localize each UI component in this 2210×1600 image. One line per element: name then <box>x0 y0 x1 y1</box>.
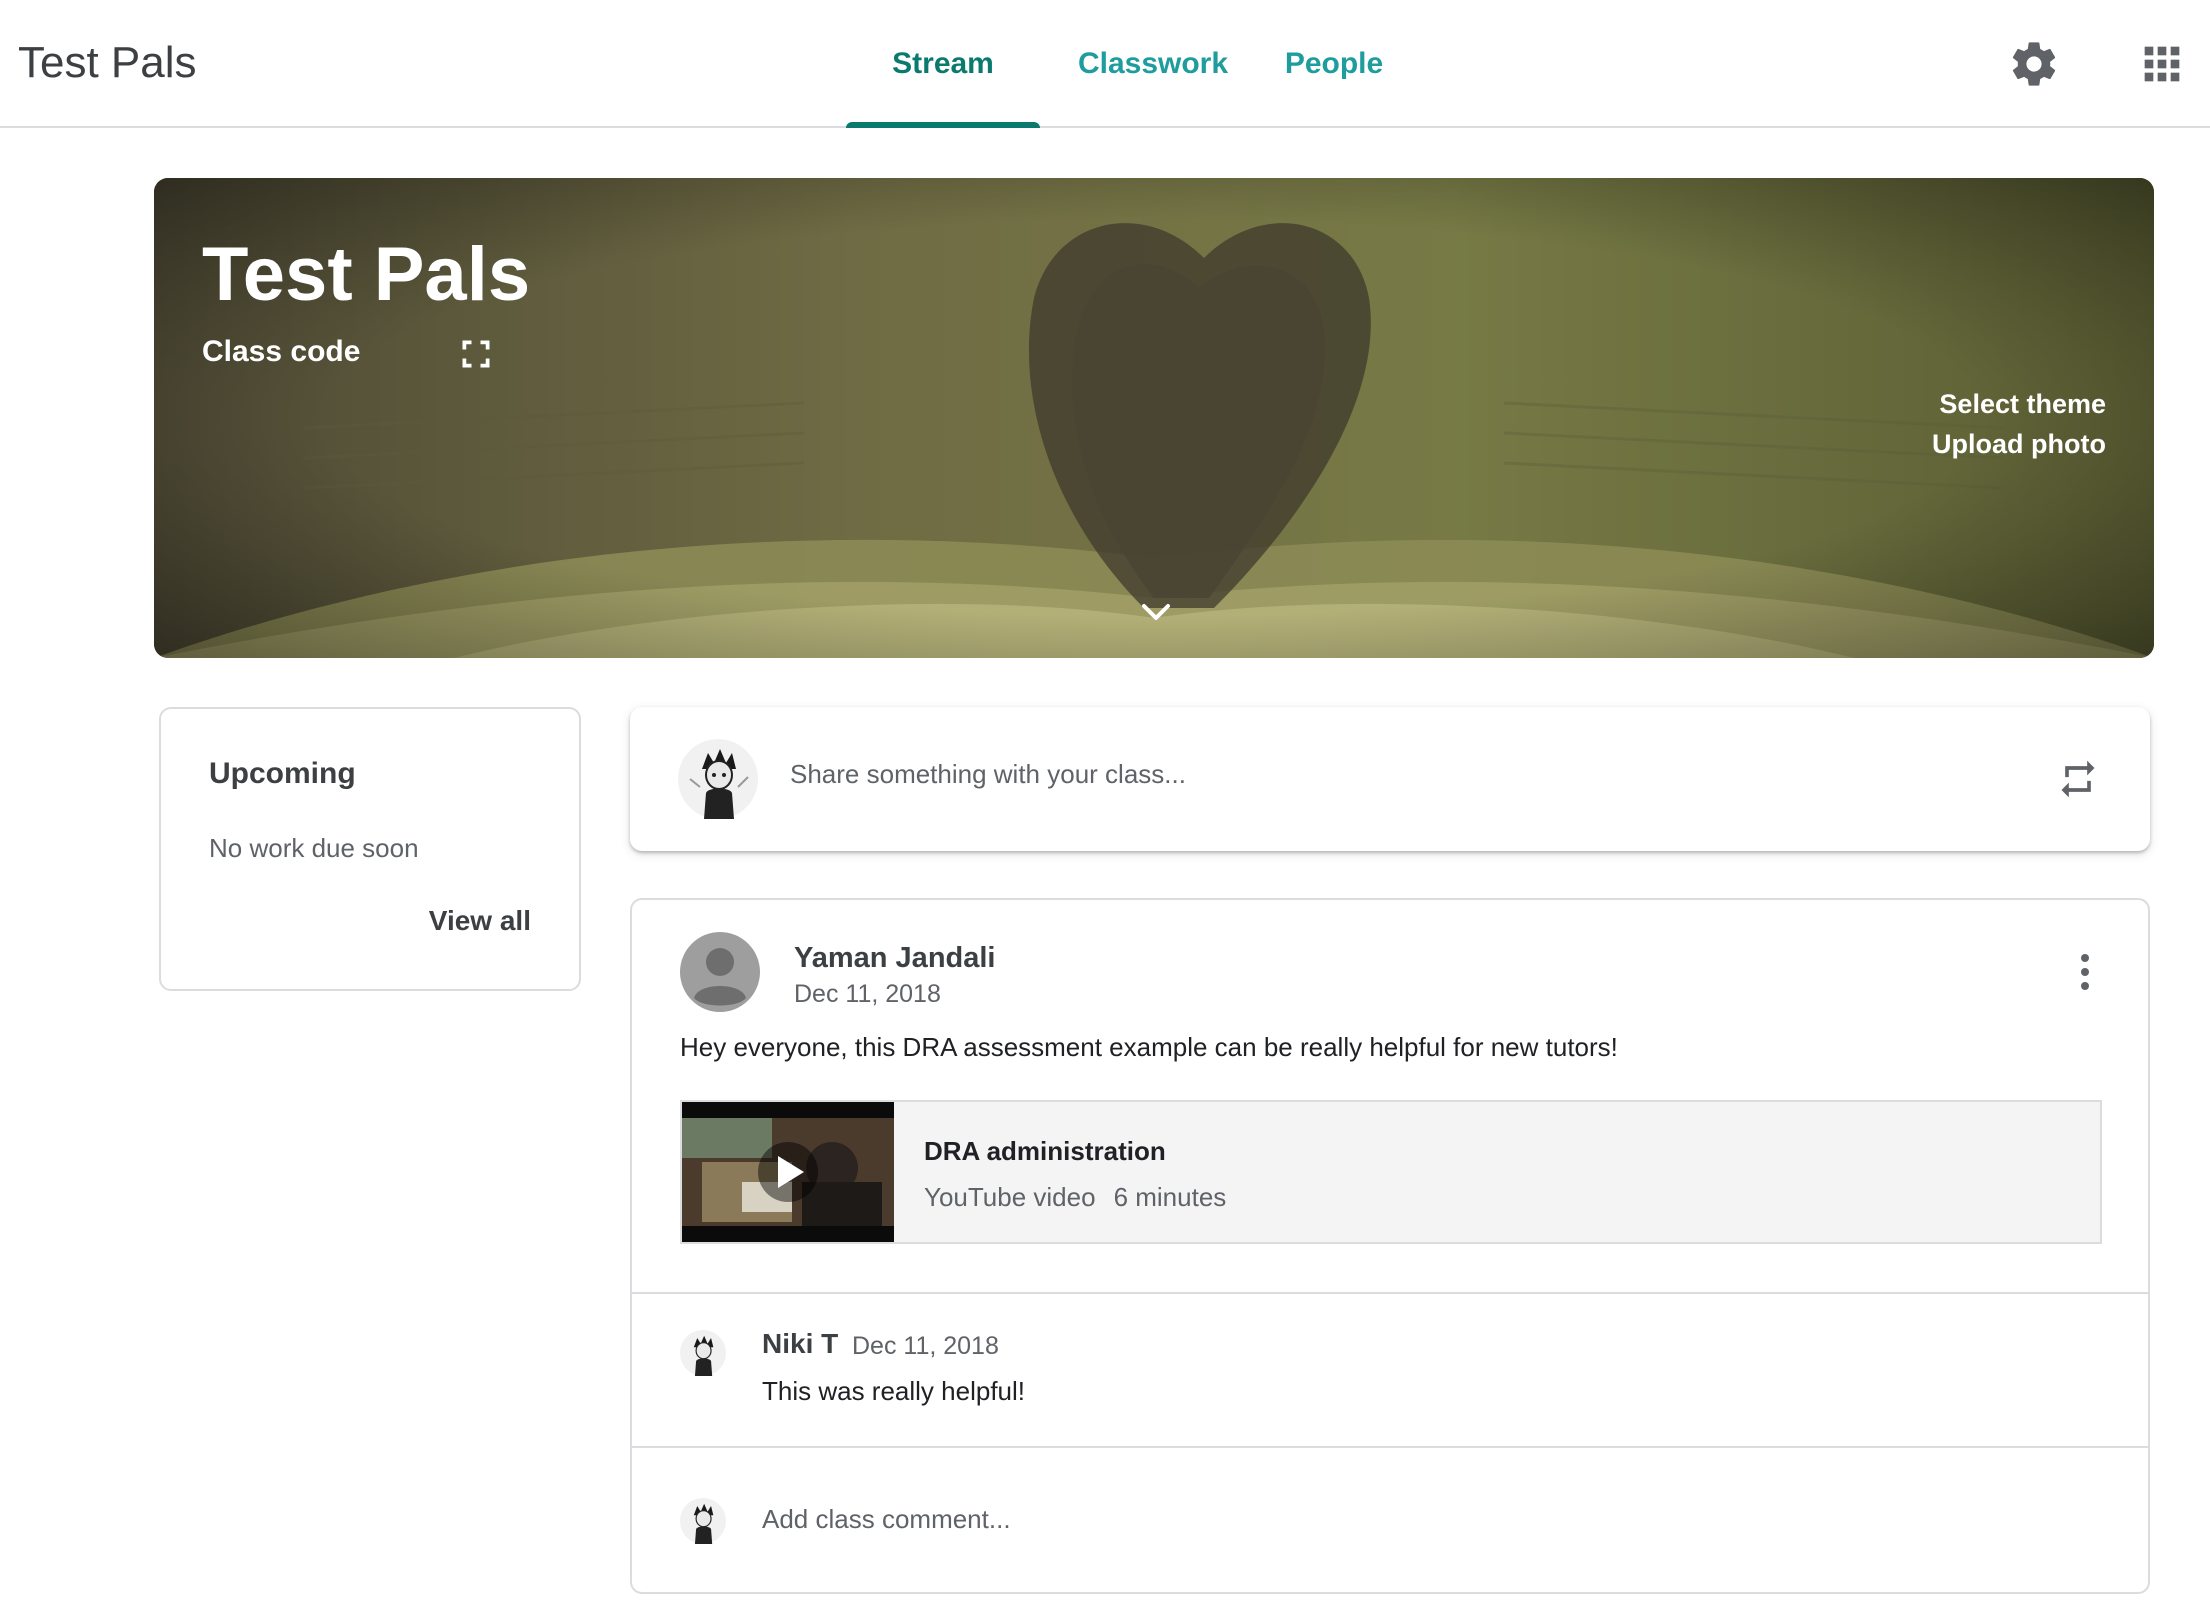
upcoming-card: Upcoming No work due soon View all <box>159 707 581 991</box>
fullscreen-icon[interactable] <box>458 336 494 372</box>
share-input[interactable]: Share something with your class... <box>790 759 1186 790</box>
upcoming-empty-text: No work due soon <box>209 833 419 863</box>
post-date: Dec 11, 2018 <box>794 980 941 1008</box>
tab-classwork[interactable]: Classwork <box>1062 0 1244 126</box>
attachment-title[interactable]: DRA administration <box>924 1136 1166 1167</box>
tab-classwork-label: Classwork <box>1077 47 1229 80</box>
repost-icon[interactable] <box>2056 757 2100 801</box>
banner-class-title: Test Pals <box>202 232 531 317</box>
commenter-avatar <box>680 1330 726 1376</box>
add-comment-divider <box>632 1446 2148 1448</box>
comment-date: Dec 11, 2018 <box>852 1332 999 1360</box>
user-avatar <box>678 739 758 819</box>
class-banner: Test Pals Class code Select theme Upload… <box>154 178 2154 658</box>
author-avatar[interactable] <box>680 932 760 1012</box>
post-author[interactable]: Yaman Jandali <box>794 942 996 975</box>
active-tab-indicator <box>846 122 1040 128</box>
upcoming-title: Upcoming <box>209 757 356 790</box>
video-thumbnail <box>682 1102 894 1242</box>
class-code-label: Class code <box>202 335 361 368</box>
upload-photo-link[interactable]: Upload photo <box>1932 426 2106 462</box>
more-vert-icon[interactable] <box>2078 952 2092 992</box>
tab-people-label: People <box>1284 47 1384 80</box>
comment-author[interactable]: Niki T <box>762 1328 838 1360</box>
attachment-meta: YouTube video 6 minutes <box>924 1182 1226 1213</box>
stream-post: Yaman Jandali Dec 11, 2018 Hey everyone,… <box>630 898 2150 1594</box>
top-app-bar: Test Pals Stream Classwork People <box>0 0 2210 128</box>
class-name-title[interactable]: Test Pals <box>18 36 197 90</box>
attachment-source: YouTube video <box>924 1182 1096 1212</box>
share-box[interactable]: Share something with your class... <box>630 707 2150 851</box>
attachment-duration: 6 minutes <box>1113 1182 1227 1212</box>
comments-divider <box>632 1292 2148 1294</box>
tab-stream[interactable]: Stream <box>846 0 1040 128</box>
apps-grid-icon[interactable] <box>2136 38 2188 90</box>
select-theme-link[interactable]: Select theme <box>1939 386 2106 422</box>
tab-people[interactable]: People <box>1266 0 1402 126</box>
video-attachment[interactable]: DRA administration YouTube video 6 minute… <box>680 1100 2102 1244</box>
tab-stream-label: Stream <box>892 47 994 80</box>
gear-icon[interactable] <box>2008 38 2060 90</box>
view-all-link[interactable]: View all <box>429 905 531 937</box>
current-user-avatar <box>680 1498 726 1544</box>
chevron-down-icon[interactable] <box>1136 598 1176 628</box>
comment-text: This was really helpful! <box>762 1376 1025 1406</box>
add-comment-input[interactable]: Add class comment... <box>762 1504 1011 1535</box>
post-body-text: Hey everyone, this DRA assessment exampl… <box>680 1032 1618 1062</box>
